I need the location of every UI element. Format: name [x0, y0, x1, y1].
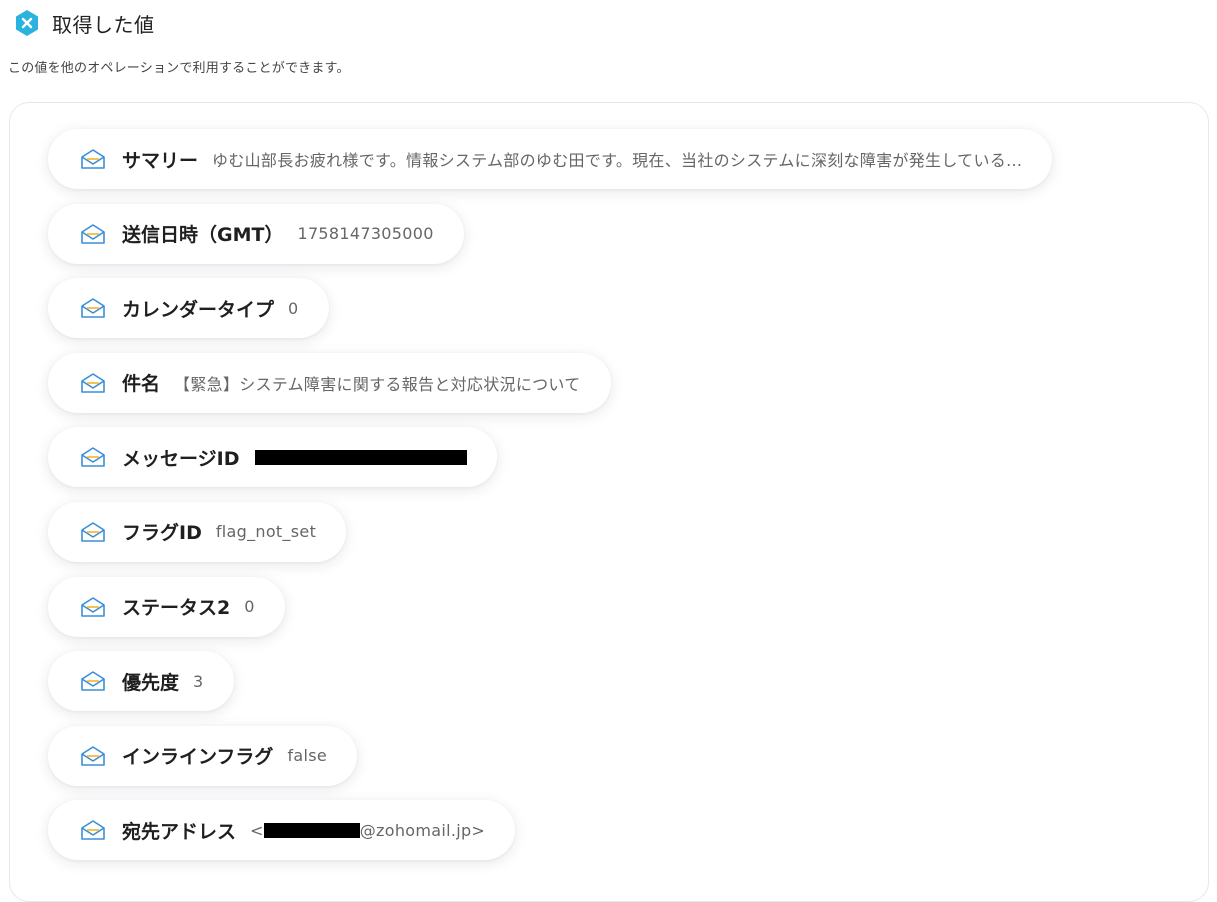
value-item-sent-time[interactable]: 送信日時（GMT） 1758147305000 — [48, 203, 464, 264]
value-item-status2[interactable]: ステータス2 0 — [48, 576, 285, 637]
item-value: false — [287, 746, 327, 766]
section-description: この値を他のオペレーションで利用することができます。 — [8, 61, 350, 76]
section-header: 取得した値 — [12, 8, 155, 38]
open-mail-icon — [80, 297, 106, 319]
address-suffix: @zohomail.jp> — [359, 820, 486, 840]
item-label: サマリー — [122, 149, 199, 172]
open-mail-icon — [80, 446, 106, 468]
zoho-mail-logo-icon — [12, 8, 42, 38]
redacted-value — [255, 449, 468, 465]
value-item-priority[interactable]: 優先度 3 — [48, 651, 234, 712]
value-item-message-id[interactable]: メッセージID — [48, 427, 498, 488]
item-label: 宛先アドレス — [122, 820, 237, 843]
item-value: 0 — [244, 597, 255, 617]
values-panel: サマリー ゆむ山部長お疲れ様です。情報システム部のゆむ田です。現在、当社のシステ… — [9, 102, 1209, 902]
item-label: インラインフラグ — [122, 746, 274, 769]
item-value: flag_not_set — [215, 522, 317, 542]
redacted-value — [263, 822, 360, 838]
open-mail-icon — [80, 223, 106, 245]
item-label: 優先度 — [122, 671, 180, 694]
item-label: 送信日時（GMT） — [122, 224, 284, 247]
item-value: ゆむ山部長お疲れ様です。情報システム部のゆむ田です。現在、当社のシステムに深刻な… — [212, 151, 1023, 170]
value-item-to-address[interactable]: 宛先アドレス < @zohomail.jp> — [48, 800, 516, 861]
item-value: < @zohomail.jp> — [250, 821, 485, 840]
open-mail-icon — [80, 745, 106, 767]
value-item-calendar-type[interactable]: カレンダータイプ 0 — [48, 278, 329, 339]
address-prefix: < — [250, 820, 264, 840]
open-mail-icon — [80, 372, 106, 394]
section-title: 取得した値 — [52, 12, 155, 37]
item-value: 3 — [193, 671, 204, 691]
open-mail-icon — [80, 596, 106, 618]
value-item-inline-flag[interactable]: インラインフラグ false — [48, 725, 357, 786]
value-item-flag-id[interactable]: フラグID flag_not_set — [48, 501, 347, 562]
value-item-subject[interactable]: 件名 【緊急】システム障害に関する報告と対応状況について — [48, 352, 611, 413]
open-mail-icon — [80, 521, 106, 543]
value-item-summary[interactable]: サマリー ゆむ山部長お疲れ様です。情報システム部のゆむ田です。現在、当社のシステ… — [48, 129, 1053, 189]
open-mail-icon — [80, 148, 106, 170]
item-label: フラグID — [122, 522, 202, 545]
item-label: ステータス2 — [122, 597, 231, 620]
item-label: メッセージID — [122, 447, 240, 470]
item-label: 件名 — [122, 373, 161, 396]
open-mail-icon — [80, 819, 106, 841]
item-value: 0 — [288, 298, 299, 318]
item-value: 【緊急】システム障害に関する報告と対応状況について — [174, 374, 581, 394]
item-label: カレンダータイプ — [122, 298, 275, 321]
item-value: 1758147305000 — [297, 224, 434, 244]
open-mail-icon — [80, 670, 106, 692]
